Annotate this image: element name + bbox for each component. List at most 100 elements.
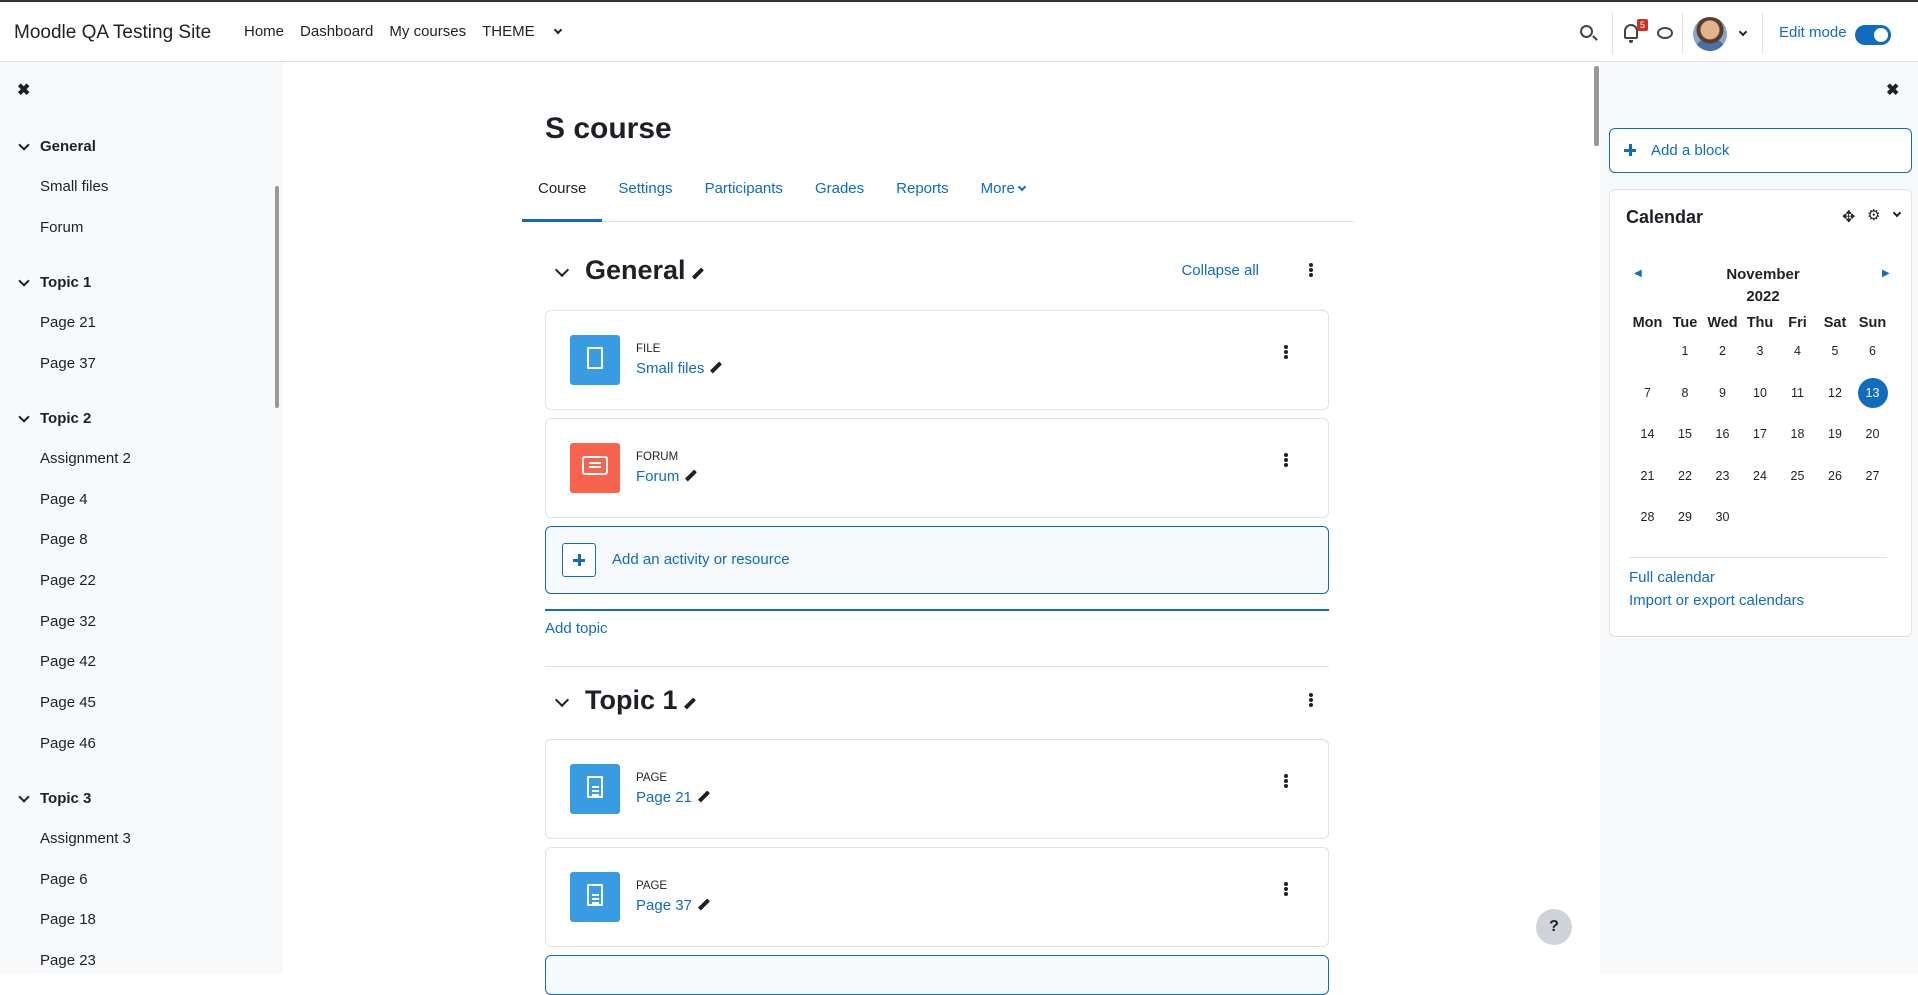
- notifications-bell-icon[interactable]: [1624, 24, 1638, 43]
- tab-settings[interactable]: Settings: [602, 174, 688, 222]
- course-index-item[interactable]: Page 8: [0, 520, 270, 561]
- calendar-day[interactable]: 12: [1820, 378, 1850, 408]
- calendar-day[interactable]: 28: [1633, 502, 1663, 532]
- calendar-day[interactable]: 22: [1670, 461, 1700, 491]
- calendar-day[interactable]: 19: [1820, 419, 1850, 449]
- collapse-section-chevron-icon[interactable]: [554, 262, 570, 278]
- gear-icon[interactable]: ⚙: [1867, 206, 1880, 224]
- add-activity-button[interactable]: Add an activity or resource: [545, 526, 1329, 594]
- calendar-day[interactable]: 16: [1708, 419, 1738, 449]
- course-index-item[interactable]: Forum: [0, 208, 270, 249]
- calendar-day-today[interactable]: 13: [1857, 377, 1888, 408]
- collapse-section-chevron-icon[interactable]: [554, 692, 570, 708]
- activity-link[interactable]: Forum: [636, 468, 698, 485]
- activity-link[interactable]: Small files: [636, 360, 723, 377]
- calendar-day[interactable]: 7: [1633, 378, 1663, 408]
- calendar-day[interactable]: 1: [1670, 336, 1700, 366]
- activity-actions-menu-icon[interactable]: [1284, 882, 1288, 896]
- course-index-item[interactable]: Page 18: [0, 900, 270, 941]
- calendar-day[interactable]: 6: [1858, 336, 1888, 366]
- user-avatar[interactable]: [1693, 17, 1727, 51]
- edit-name-pencil-icon[interactable]: [697, 898, 710, 911]
- course-index-item[interactable]: Page 21: [0, 303, 270, 344]
- activity-link[interactable]: Page 37: [636, 897, 710, 914]
- edit-title-pencil-icon[interactable]: [691, 267, 704, 280]
- tab-reports[interactable]: Reports: [880, 174, 965, 222]
- calendar-day[interactable]: 21: [1633, 461, 1663, 491]
- calendar-day[interactable]: 30: [1708, 502, 1738, 532]
- edit-mode-toggle[interactable]: [1855, 25, 1891, 45]
- course-index-item[interactable]: Page 37: [0, 344, 270, 385]
- nav-dashboard[interactable]: Dashboard: [300, 23, 373, 40]
- help-button[interactable]: ?: [1536, 909, 1572, 945]
- move-icon[interactable]: ✥: [1842, 207, 1855, 227]
- full-calendar-link[interactable]: Full calendar: [1629, 569, 1715, 586]
- course-index-item[interactable]: Assignment 3: [0, 819, 270, 860]
- edit-name-pencil-icon[interactable]: [697, 790, 710, 803]
- course-index-item[interactable]: Page 22: [0, 561, 270, 602]
- import-export-calendars-link[interactable]: Import or export calendars: [1629, 592, 1804, 609]
- course-index-item[interactable]: Small files: [0, 167, 270, 208]
- course-index-item[interactable]: Assignment 2: [0, 439, 270, 480]
- edit-title-pencil-icon[interactable]: [683, 697, 696, 710]
- course-index-section-title[interactable]: Topic 1: [0, 263, 270, 303]
- calendar-day[interactable]: 23: [1708, 461, 1738, 491]
- activity-link[interactable]: Page 21: [636, 789, 710, 806]
- block-actions-chevron-icon[interactable]: [1892, 208, 1902, 218]
- calendar-day[interactable]: 11: [1783, 378, 1813, 408]
- calendar-day[interactable]: 8: [1670, 378, 1700, 408]
- add-topic-link[interactable]: Add topic: [545, 620, 608, 637]
- course-index-item[interactable]: Page 42: [0, 642, 270, 683]
- calendar-day[interactable]: 5: [1820, 336, 1850, 366]
- edit-mode-label[interactable]: Edit mode: [1779, 24, 1847, 41]
- tab-participants[interactable]: Participants: [689, 174, 799, 222]
- activity-actions-menu-icon[interactable]: [1284, 453, 1288, 467]
- section-actions-menu-icon[interactable]: [1309, 263, 1313, 277]
- course-index-section-title[interactable]: Topic 3: [0, 779, 270, 819]
- collapse-all-link[interactable]: Collapse all: [1181, 262, 1259, 279]
- add-activity-button[interactable]: [545, 955, 1329, 995]
- course-index-item[interactable]: Page 6: [0, 860, 270, 901]
- activity-actions-menu-icon[interactable]: [1284, 345, 1288, 359]
- site-brand[interactable]: Moodle QA Testing Site: [14, 22, 211, 44]
- add-block-button[interactable]: Add a block: [1609, 128, 1912, 173]
- calendar-day[interactable]: 26: [1820, 461, 1850, 491]
- drawer-scrollbar[interactable]: [275, 186, 279, 408]
- previous-month-arrow-icon[interactable]: ◀: [1634, 268, 1642, 279]
- calendar-day[interactable]: 17: [1745, 419, 1775, 449]
- tab-course[interactable]: Course: [522, 174, 603, 222]
- calendar-day[interactable]: 14: [1633, 419, 1663, 449]
- search-icon[interactable]: [1580, 25, 1593, 38]
- course-index-item[interactable]: Page 45: [0, 683, 270, 724]
- calendar-day[interactable]: 2: [1708, 336, 1738, 366]
- section-actions-menu-icon[interactable]: [1309, 693, 1313, 707]
- calendar-day[interactable]: 27: [1858, 461, 1888, 491]
- user-menu-chevron-icon[interactable]: [1738, 27, 1748, 37]
- course-index-section-title[interactable]: General: [0, 127, 270, 167]
- calendar-day[interactable]: 3: [1745, 336, 1775, 366]
- calendar-day[interactable]: 25: [1783, 461, 1813, 491]
- close-block-drawer-icon[interactable]: ✖: [1886, 80, 1899, 100]
- nav-my-courses[interactable]: My courses: [389, 23, 466, 40]
- calendar-day[interactable]: 24: [1745, 461, 1775, 491]
- calendar-day[interactable]: 29: [1670, 502, 1700, 532]
- course-index-item[interactable]: Page 23: [0, 941, 270, 974]
- close-course-index-icon[interactable]: ✖: [17, 80, 30, 100]
- calendar-day[interactable]: 9: [1708, 378, 1738, 408]
- course-index-item[interactable]: Page 32: [0, 602, 270, 643]
- nav-theme-menu[interactable]: THEME: [482, 23, 562, 40]
- calendar-day[interactable]: 4: [1783, 336, 1813, 366]
- messages-icon[interactable]: [1657, 27, 1673, 39]
- tab-grades[interactable]: Grades: [799, 174, 880, 222]
- edit-name-pencil-icon[interactable]: [710, 361, 723, 374]
- edit-name-pencil-icon[interactable]: [685, 469, 698, 482]
- calendar-day[interactable]: 18: [1783, 419, 1813, 449]
- nav-home[interactable]: Home: [244, 23, 284, 40]
- calendar-day[interactable]: 10: [1745, 378, 1775, 408]
- calendar-day[interactable]: 15: [1670, 419, 1700, 449]
- page-scrollbar[interactable]: [1594, 66, 1599, 146]
- calendar-day[interactable]: 20: [1858, 419, 1888, 449]
- course-index-item[interactable]: Page 46: [0, 724, 270, 765]
- next-month-arrow-icon[interactable]: ▶: [1882, 268, 1890, 279]
- activity-actions-menu-icon[interactable]: [1284, 774, 1288, 788]
